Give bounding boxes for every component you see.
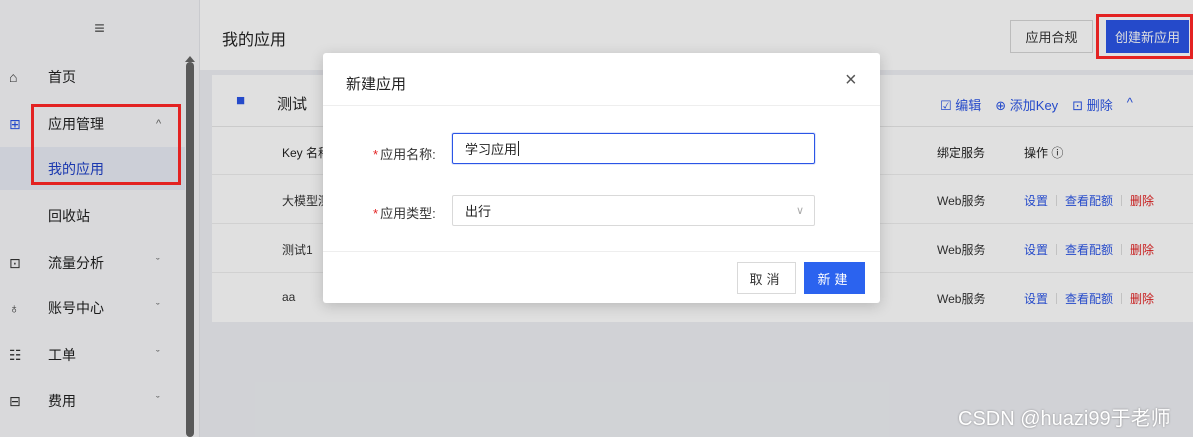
close-icon[interactable]: × — [845, 69, 857, 92]
required-asterisk: * — [373, 206, 379, 221]
app-type-value: 出行 — [465, 204, 492, 219]
app-name-label: * 应用名称: — [373, 147, 436, 162]
app-type-select[interactable]: 出行 ∨ — [452, 195, 815, 226]
confirm-create-button[interactable]: 新建 — [804, 262, 865, 294]
app-type-label: * 应用类型: — [373, 206, 436, 221]
text-caret — [518, 141, 520, 156]
dialog-title: 新建应用 — [346, 76, 407, 93]
cancel-button[interactable]: 取消 — [737, 262, 796, 294]
app-name-input[interactable]: 学习应用 — [452, 133, 815, 164]
required-asterisk: * — [373, 147, 379, 162]
divider — [323, 105, 880, 106]
app-name-value: 学习应用 — [465, 142, 518, 157]
new-app-dialog: 新建应用 × * 应用名称: 学习应用 * 应用类型: 出行 ∨ 取消 新建 — [323, 53, 880, 303]
watermark: CSDN @huazi99于老师 — [958, 408, 1171, 430]
divider — [323, 251, 880, 252]
chevron-down-icon: ∨ — [795, 205, 804, 217]
